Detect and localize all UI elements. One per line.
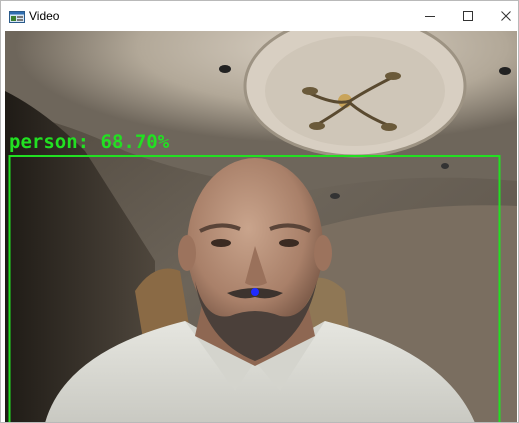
ear: [314, 235, 332, 271]
app-window-icon: [9, 11, 25, 23]
video-frame-image: person: 68.70%: [5, 31, 517, 422]
face-keypoint-dot: [251, 288, 259, 296]
maximize-icon: [463, 11, 473, 21]
close-button[interactable]: [487, 1, 518, 31]
eye: [211, 239, 231, 247]
title-bar[interactable]: Video: [1, 1, 518, 31]
ear: [178, 235, 196, 271]
spotlight: [441, 163, 449, 169]
spotlight: [219, 65, 231, 73]
window-title: Video: [29, 9, 60, 23]
video-frame: person: 68.70%: [5, 31, 517, 422]
minimize-button[interactable]: [411, 1, 449, 31]
minimize-icon: [425, 16, 435, 17]
spotlight: [330, 193, 340, 199]
ceiling-recess-inner: [265, 36, 445, 146]
video-window: Video person: 68.70%: [0, 0, 519, 423]
close-icon: [501, 11, 511, 21]
maximize-button[interactable]: [449, 1, 487, 31]
eye: [279, 239, 299, 247]
detection-label: person: 68.70%: [9, 131, 170, 153]
spotlight: [499, 67, 511, 75]
